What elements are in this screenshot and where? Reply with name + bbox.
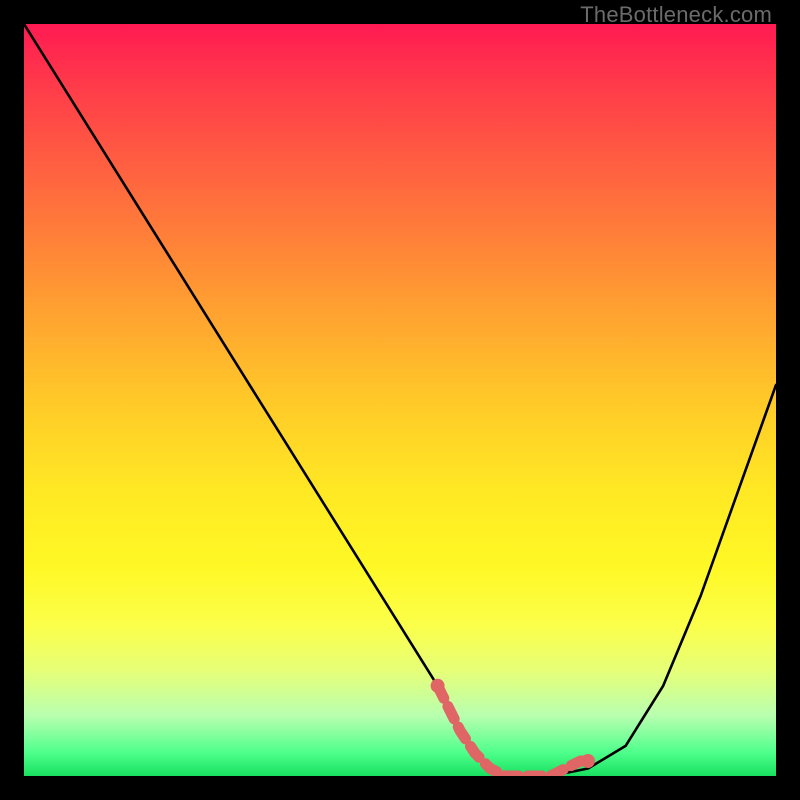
curve-layer bbox=[24, 24, 776, 776]
watermark-text: TheBottleneck.com bbox=[580, 2, 772, 28]
marker-stroke bbox=[438, 686, 588, 776]
chart-frame: TheBottleneck.com bbox=[0, 0, 800, 800]
highlighted-region bbox=[431, 679, 595, 776]
plot-area bbox=[24, 24, 776, 776]
bottleneck-curve bbox=[24, 24, 776, 776]
marker-endcap bbox=[581, 754, 595, 768]
marker-endcap bbox=[431, 679, 445, 693]
